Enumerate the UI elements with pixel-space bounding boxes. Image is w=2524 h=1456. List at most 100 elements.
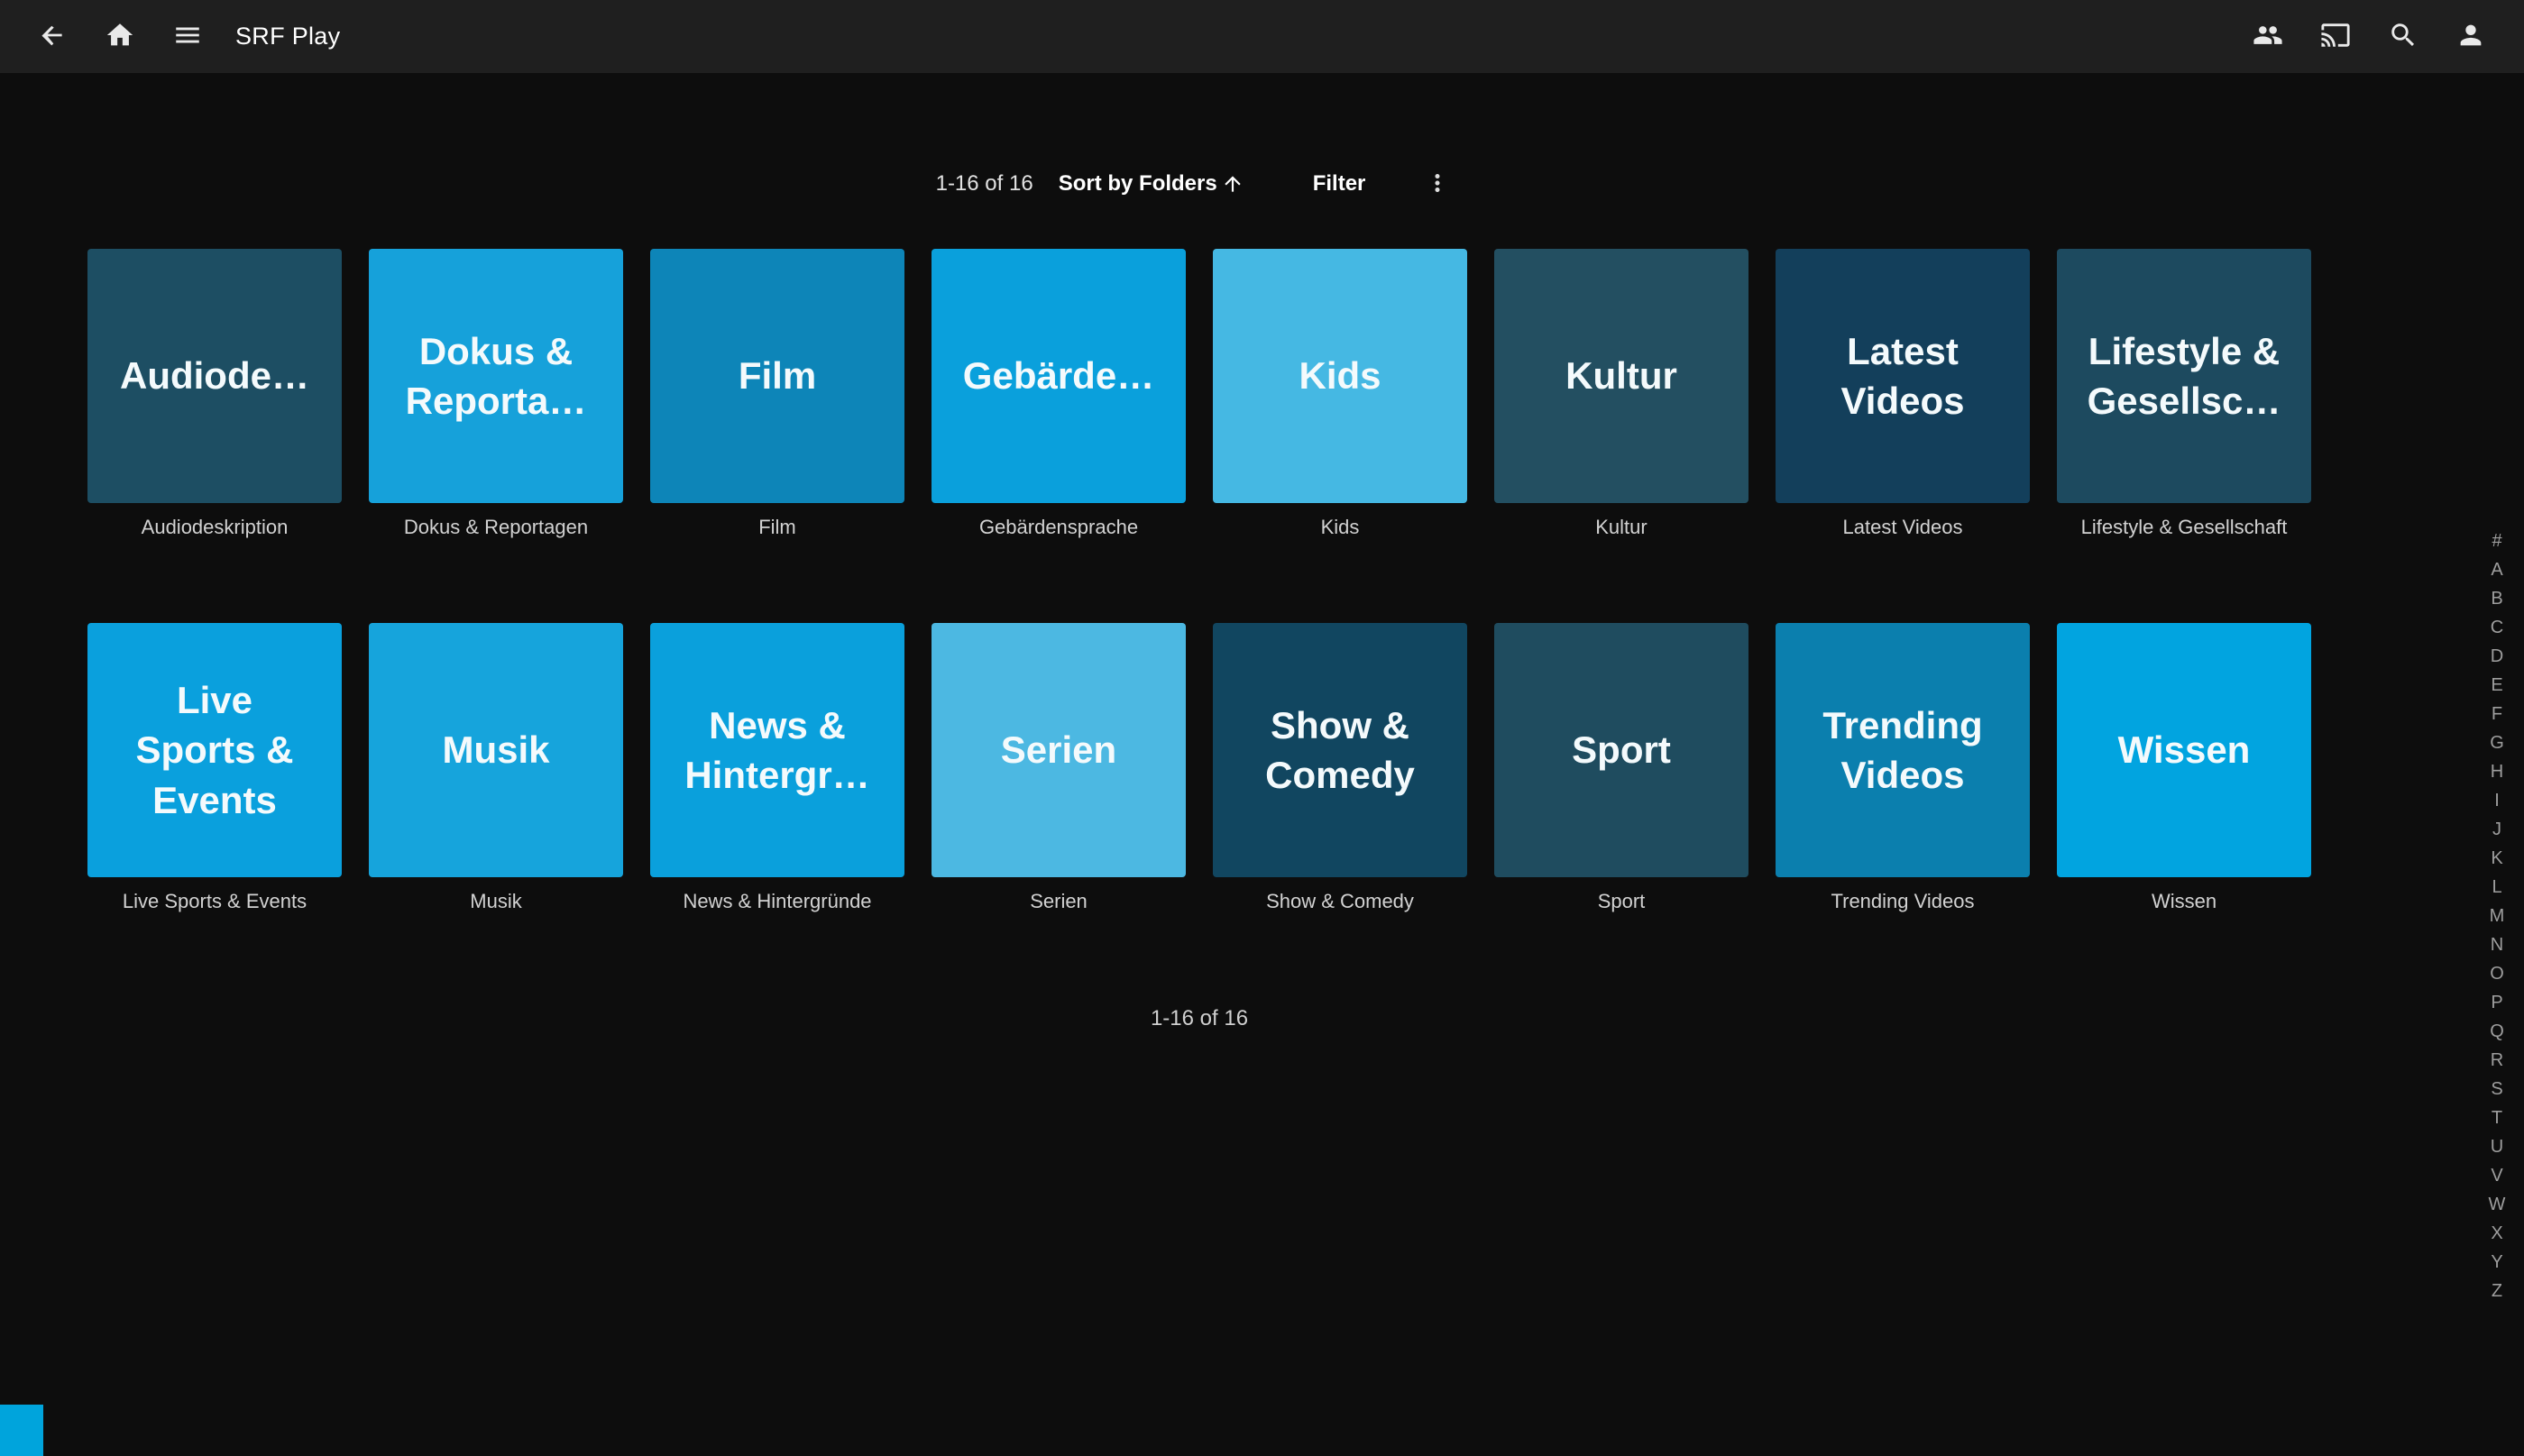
back-icon: [37, 20, 68, 53]
tile-card[interactable]: Dokus & Reporta…: [369, 249, 623, 503]
back-button[interactable]: [18, 3, 86, 70]
alphabet-letter[interactable]: N: [2479, 930, 2515, 959]
home-button[interactable]: [86, 3, 153, 70]
tile-card[interactable]: Latest Videos: [1776, 249, 2030, 503]
alphabet-letter[interactable]: V: [2479, 1161, 2515, 1190]
more-options-button[interactable]: [1412, 159, 1463, 209]
alphabet-letter[interactable]: U: [2479, 1132, 2515, 1161]
alphabet-letter[interactable]: #: [2479, 527, 2515, 555]
alphabet-letter[interactable]: K: [2479, 844, 2515, 873]
library-item: Lifestyle & Gesellsc… Lifestyle & Gesell…: [2057, 249, 2311, 541]
library-item: Musik Musik: [369, 623, 623, 915]
tile-title: Gebärde…: [939, 351, 1179, 400]
alphabet-letter[interactable]: Z: [2479, 1277, 2515, 1305]
search-icon: [2388, 20, 2418, 53]
alphabet-letter[interactable]: D: [2479, 642, 2515, 671]
alphabet-letter[interactable]: S: [2479, 1075, 2515, 1103]
library-item: Audiode… Audiodeskription: [87, 249, 342, 541]
tile-card[interactable]: Trending Videos: [1776, 623, 2030, 877]
alphabet-letter[interactable]: C: [2479, 613, 2515, 642]
user-button[interactable]: [2437, 3, 2504, 70]
tile-title: Sport: [1547, 725, 1695, 774]
alphabet-letter[interactable]: J: [2479, 815, 2515, 844]
tile-caption: Gebärdensprache: [932, 514, 1186, 541]
tile-caption: Lifestyle & Gesellschaft: [2057, 514, 2311, 541]
tile-card[interactable]: Show & Comedy: [1213, 623, 1467, 877]
tile-title: News & Hintergr…: [650, 701, 904, 801]
library-item: Latest Videos Latest Videos: [1776, 249, 2030, 541]
tile-caption: Musik: [369, 888, 623, 915]
tile-caption: Film: [650, 514, 904, 541]
tile-caption: Trending Videos: [1776, 888, 2030, 915]
item-count-bottom: 1-16 of 16: [87, 1005, 2311, 1032]
tile-card[interactable]: Kultur: [1494, 249, 1748, 503]
menu-button[interactable]: [153, 3, 221, 70]
filter-button-label: Filter: [1313, 171, 1366, 197]
sort-button-label: Sort by Folders: [1059, 171, 1217, 197]
tile-title: Film: [714, 351, 840, 400]
library-item: Trending Videos Trending Videos: [1776, 623, 2030, 915]
tile-title: Wissen: [2094, 725, 2275, 774]
alphabet-letter[interactable]: W: [2479, 1190, 2515, 1219]
alphabet-letter[interactable]: O: [2479, 959, 2515, 988]
sort-button[interactable]: Sort by Folders: [1042, 162, 1261, 206]
tile-caption: Kids: [1213, 514, 1467, 541]
tile-card[interactable]: Kids: [1213, 249, 1467, 503]
alphabet-letter[interactable]: L: [2479, 873, 2515, 902]
library-item: Kids Kids: [1213, 249, 1467, 541]
tile-title: Musik: [418, 725, 574, 774]
library-item: Wissen Wissen: [2057, 623, 2311, 915]
tile-card[interactable]: Audiode…: [87, 249, 342, 503]
search-button[interactable]: [2369, 3, 2437, 70]
tile-title: Kids: [1274, 351, 1405, 400]
filter-button[interactable]: Filter: [1297, 162, 1382, 206]
alphabet-letter[interactable]: I: [2479, 786, 2515, 815]
tile-card[interactable]: Serien: [932, 623, 1186, 877]
vertical-dots-icon: [1424, 169, 1451, 199]
alphabet-letter[interactable]: T: [2479, 1103, 2515, 1132]
alphabet-letter[interactable]: F: [2479, 700, 2515, 728]
cast-icon: [2320, 20, 2351, 53]
menu-icon: [172, 20, 203, 53]
tile-caption: Show & Comedy: [1213, 888, 1467, 915]
tile-caption: Kultur: [1494, 514, 1748, 541]
alphabet-letter[interactable]: M: [2479, 902, 2515, 930]
tile-title: Latest Videos: [1776, 326, 2030, 426]
alphabet-letter[interactable]: H: [2479, 757, 2515, 786]
tile-card[interactable]: Film: [650, 249, 904, 503]
syncplay-group-icon: [2253, 20, 2283, 53]
tile-title: Audiode…: [96, 351, 334, 400]
tile-title: Kultur: [1541, 351, 1702, 400]
alphabet-letter[interactable]: R: [2479, 1046, 2515, 1075]
alphabet-letter[interactable]: P: [2479, 988, 2515, 1017]
library-item: Serien Serien: [932, 623, 1186, 915]
alphabet-letter[interactable]: X: [2479, 1219, 2515, 1248]
cast-button[interactable]: [2301, 3, 2369, 70]
tile-card[interactable]: Lifestyle & Gesellsc…: [2057, 249, 2311, 503]
tile-caption: Latest Videos: [1776, 514, 2030, 541]
tile-card[interactable]: Musik: [369, 623, 623, 877]
top-app-bar: SRF Play: [0, 0, 2524, 73]
alphabet-letter[interactable]: G: [2479, 728, 2515, 757]
tile-caption: Serien: [932, 888, 1186, 915]
library-grid: Audiode… Audiodeskription Dokus & Report…: [87, 249, 2311, 915]
alphabet-letter[interactable]: Y: [2479, 1248, 2515, 1277]
tile-card[interactable]: Wissen: [2057, 623, 2311, 877]
tile-card[interactable]: Sport: [1494, 623, 1748, 877]
tile-card[interactable]: News & Hintergr…: [650, 623, 904, 877]
alphabet-letter[interactable]: B: [2479, 584, 2515, 613]
tile-card[interactable]: Gebärde…: [932, 249, 1186, 503]
tile-title: Serien: [977, 725, 1141, 774]
tile-caption: Live Sports & Events: [87, 888, 342, 915]
library-item: Kultur Kultur: [1494, 249, 1748, 541]
user-icon: [2455, 20, 2486, 53]
tile-caption: Audiodeskription: [87, 514, 342, 541]
alphabet-letter[interactable]: E: [2479, 671, 2515, 700]
tile-card[interactable]: Live Sports & Events: [87, 623, 342, 877]
tile-title: Show & Comedy: [1213, 701, 1467, 801]
item-count-top: 1-16 of 16: [936, 171, 1033, 197]
tile-caption: Wissen: [2057, 888, 2311, 915]
alphabet-letter[interactable]: Q: [2479, 1017, 2515, 1046]
syncplay-button[interactable]: [2234, 3, 2301, 70]
alphabet-letter[interactable]: A: [2479, 555, 2515, 584]
